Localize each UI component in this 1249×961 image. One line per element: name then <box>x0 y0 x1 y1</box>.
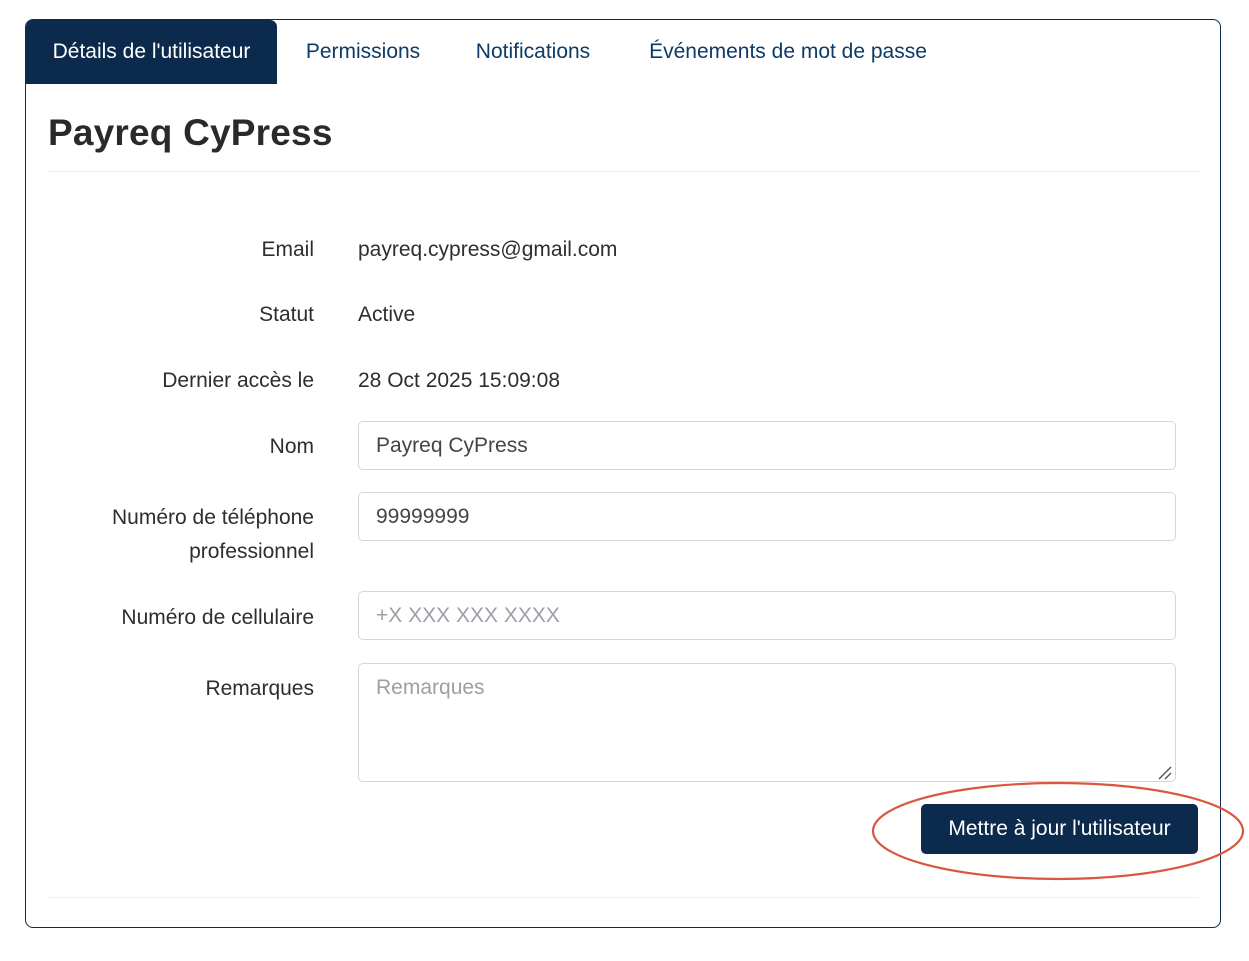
last-access-value: 28 Oct 2025 15:09:08 <box>358 369 560 392</box>
tab-bar: Détails de l'utilisateur Permissions Not… <box>26 20 1220 84</box>
name-input[interactable] <box>358 421 1176 470</box>
work-phone-input[interactable] <box>358 492 1176 541</box>
tab-user-details[interactable]: Détails de l'utilisateur <box>26 20 277 84</box>
card-inner-footer-line <box>48 897 1199 898</box>
work-phone-label-line1: Numéro de téléphone <box>112 506 314 529</box>
status-value: Active <box>358 303 416 326</box>
name-label: Nom <box>269 435 314 458</box>
work-phone-label-line2: professionnel <box>189 540 314 563</box>
work-phone-label: Numéro de téléphone professionnel <box>112 501 314 569</box>
status-label: Statut <box>259 303 314 326</box>
user-details-card: Détails de l'utilisateur Permissions Not… <box>25 19 1221 928</box>
tab-permissions[interactable]: Permissions <box>288 20 438 84</box>
update-user-button[interactable]: Mettre à jour l'utilisateur <box>921 804 1198 854</box>
remarks-textarea[interactable] <box>358 663 1176 782</box>
remarks-label: Remarques <box>205 677 314 700</box>
tab-password-events[interactable]: Événements de mot de passe <box>630 20 946 84</box>
last-access-label: Dernier accès le <box>162 369 314 392</box>
resize-handle-icon[interactable] <box>1156 764 1172 780</box>
mobile-label: Numéro de cellulaire <box>121 606 314 629</box>
tab-notifications[interactable]: Notifications <box>458 20 608 84</box>
title-divider <box>48 171 1199 172</box>
email-label: Email <box>261 238 314 261</box>
page-title: Payreq CyPress <box>48 112 333 153</box>
email-value: payreq.cypress@gmail.com <box>358 238 618 261</box>
mobile-input[interactable] <box>358 591 1176 640</box>
